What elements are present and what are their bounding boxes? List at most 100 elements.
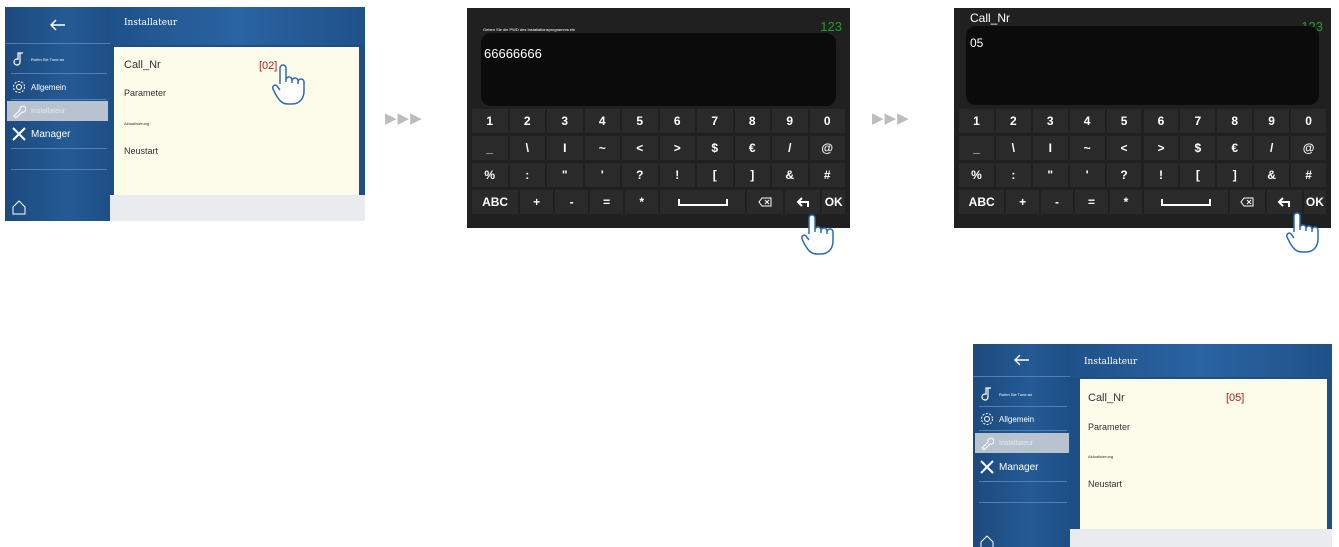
key[interactable]: # xyxy=(809,163,845,187)
backspace-key[interactable] xyxy=(747,190,783,214)
call-nr-label[interactable]: Call_Nr xyxy=(1088,392,1125,404)
key[interactable]: < xyxy=(622,136,658,160)
sidebar-item-installer[interactable]: Installateur xyxy=(975,433,1069,453)
input-display[interactable] xyxy=(966,26,1319,105)
abc-key[interactable]: ABC xyxy=(959,190,1005,214)
key[interactable]: 7 xyxy=(697,109,733,133)
key[interactable]: 4 xyxy=(1069,109,1105,133)
enter-key[interactable] xyxy=(784,190,821,214)
key[interactable]: & xyxy=(772,163,808,187)
parameter-item[interactable]: Parameter xyxy=(124,88,166,98)
key[interactable]: $ xyxy=(1180,136,1216,160)
key[interactable]: _ xyxy=(959,136,994,160)
key[interactable]: 3 xyxy=(1032,109,1068,133)
key[interactable]: " xyxy=(547,163,583,187)
sidebar-item-general[interactable]: Allgemein xyxy=(7,77,108,97)
ok-key[interactable]: OK xyxy=(822,190,845,214)
key[interactable]: " xyxy=(1032,163,1068,187)
key[interactable]: 2 xyxy=(995,109,1031,133)
key[interactable]: > xyxy=(659,136,695,160)
abc-key[interactable]: ABC xyxy=(472,190,519,214)
home-button[interactable] xyxy=(979,534,995,547)
key[interactable]: & xyxy=(1254,163,1290,187)
restart-item[interactable]: Neustart xyxy=(124,146,158,156)
sidebar-item-general[interactable]: Allgemein xyxy=(975,409,1069,429)
key[interactable]: _ xyxy=(472,136,508,160)
key[interactable]: # xyxy=(1291,163,1326,187)
key[interactable]: @ xyxy=(809,136,845,160)
key[interactable]: \ xyxy=(995,136,1031,160)
key[interactable]: > xyxy=(1143,136,1179,160)
key[interactable]: 7 xyxy=(1180,109,1216,133)
password-input[interactable]: 66666666 xyxy=(484,46,542,61)
key[interactable]: + xyxy=(1006,190,1039,214)
key[interactable]: ~ xyxy=(1069,136,1105,160)
key[interactable]: ~ xyxy=(584,136,620,160)
input-display[interactable] xyxy=(481,33,836,106)
key[interactable]: - xyxy=(555,190,589,214)
sidebar-item-installer[interactable]: Installateur xyxy=(7,101,108,121)
key[interactable]: [ xyxy=(697,163,733,187)
key[interactable]: / xyxy=(1254,136,1290,160)
key[interactable]: - xyxy=(1040,190,1074,214)
sidebar-item-manager[interactable]: Manager xyxy=(7,124,108,144)
restart-item[interactable]: Neustart xyxy=(1088,479,1122,489)
key[interactable]: / xyxy=(772,136,808,160)
sidebar-item-ring-tone[interactable]: Rufen Sie Tune an xyxy=(975,384,1069,404)
key[interactable]: 0 xyxy=(809,109,845,133)
sidebar-item-ring-tone[interactable]: Rufen Sie Tune an xyxy=(7,49,108,69)
key[interactable]: : xyxy=(509,163,545,187)
key[interactable]: $ xyxy=(697,136,733,160)
key[interactable]: 0 xyxy=(1291,109,1326,133)
key[interactable]: 6 xyxy=(659,109,695,133)
key[interactable]: 9 xyxy=(1254,109,1290,133)
key[interactable]: ? xyxy=(622,163,658,187)
key[interactable]: ] xyxy=(1217,163,1253,187)
key[interactable]: ? xyxy=(1106,163,1142,187)
key[interactable]: 2 xyxy=(509,109,545,133)
key[interactable]: [ xyxy=(1180,163,1216,187)
key[interactable]: 5 xyxy=(1106,109,1142,133)
key[interactable]: @ xyxy=(1291,136,1326,160)
key[interactable]: ] xyxy=(734,163,770,187)
call-nr-label[interactable]: Call_Nr xyxy=(124,59,161,71)
call-nr-value[interactable]: [05] xyxy=(1226,392,1244,404)
key[interactable]: ! xyxy=(659,163,695,187)
key[interactable]: 1 xyxy=(472,109,508,133)
key[interactable]: ! xyxy=(1143,163,1179,187)
key[interactable]: 8 xyxy=(734,109,770,133)
key[interactable]: * xyxy=(625,190,659,214)
key[interactable]: \ xyxy=(509,136,545,160)
key[interactable]: € xyxy=(734,136,770,160)
callnr-input[interactable]: 05 xyxy=(970,36,983,50)
key[interactable]: ' xyxy=(1069,163,1105,187)
key[interactable]: = xyxy=(590,190,624,214)
update-item[interactable]: Aktualisierung xyxy=(1088,454,1113,459)
key[interactable]: < xyxy=(1106,136,1142,160)
key[interactable]: I xyxy=(547,136,583,160)
parameter-item[interactable]: Parameter xyxy=(1088,422,1130,432)
key[interactable]: 9 xyxy=(772,109,808,133)
back-button[interactable] xyxy=(973,344,1070,377)
sidebar-item-manager[interactable]: Manager xyxy=(975,457,1069,477)
key[interactable]: 5 xyxy=(622,109,658,133)
key[interactable]: : xyxy=(995,163,1031,187)
key[interactable]: + xyxy=(520,190,554,214)
key[interactable]: 1 xyxy=(959,109,994,133)
key[interactable]: 3 xyxy=(547,109,583,133)
home-button[interactable] xyxy=(11,199,27,220)
key[interactable]: 4 xyxy=(584,109,620,133)
key[interactable]: € xyxy=(1217,136,1253,160)
key[interactable]: % xyxy=(472,163,508,187)
key[interactable]: I xyxy=(1032,136,1068,160)
key[interactable]: 6 xyxy=(1143,109,1179,133)
back-button[interactable] xyxy=(5,7,110,44)
backspace-key[interactable] xyxy=(1229,190,1265,214)
key[interactable]: = xyxy=(1075,190,1108,214)
space-key[interactable] xyxy=(660,190,746,214)
key[interactable]: ' xyxy=(584,163,620,187)
key[interactable]: 8 xyxy=(1217,109,1253,133)
update-item[interactable]: Aktualisierung xyxy=(124,121,149,126)
key[interactable]: % xyxy=(959,163,994,187)
space-key[interactable] xyxy=(1144,190,1228,214)
